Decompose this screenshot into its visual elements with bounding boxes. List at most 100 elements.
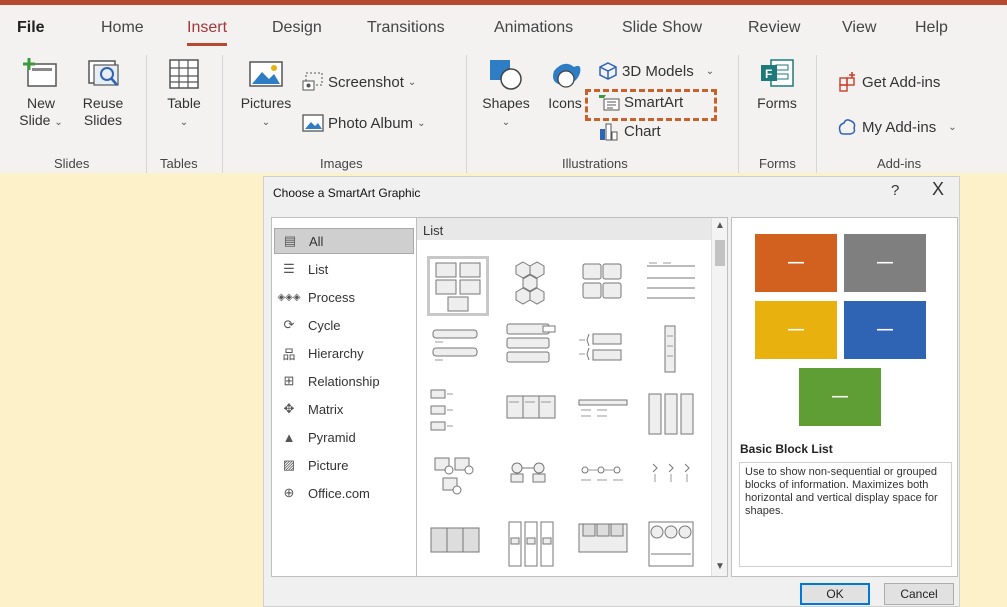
layout-process-circles[interactable] — [503, 452, 565, 512]
category-list-item[interactable]: ☰ List — [274, 256, 414, 282]
layout-basic-block-list[interactable] — [427, 256, 489, 316]
chart-button[interactable]: Chart — [598, 121, 661, 141]
forms-button[interactable]: F Forms — [752, 57, 802, 112]
category-hierarchy[interactable]: 品 Hierarchy — [274, 340, 414, 366]
group-label-slides: Slides — [54, 156, 90, 171]
layout-vertical-arrow-list[interactable] — [643, 386, 705, 446]
group-label-images: Images — [320, 156, 363, 171]
scroll-down-icon[interactable]: ▼ — [715, 561, 725, 572]
process-icon: ◈◈◈ — [277, 291, 301, 303]
tab-help[interactable]: Help — [915, 19, 948, 37]
tab-slide-show[interactable]: Slide Show — [622, 19, 702, 37]
preview-block: — — [755, 234, 837, 292]
layout-table-list[interactable] — [503, 386, 565, 446]
get-add-ins-button[interactable]: Get Add-ins — [838, 72, 940, 92]
screenshot-button[interactable]: Screenshot ⌄ — [302, 72, 416, 92]
layout-grid-blocks[interactable] — [575, 256, 637, 316]
category-office-com[interactable]: ⊕ Office.com — [274, 480, 414, 506]
layout-stacked-list[interactable] — [503, 322, 565, 382]
get-add-ins-label: Get Add-ins — [862, 73, 941, 91]
smartart-highlight-box — [585, 89, 717, 121]
category-label: Matrix — [308, 401, 344, 417]
category-matrix[interactable]: ✥ Matrix — [274, 396, 414, 422]
category-cycle[interactable]: ⟳ Cycle — [274, 312, 414, 338]
layout-lined-list[interactable] — [643, 256, 705, 316]
shapes-label: Shapes — [482, 95, 530, 111]
new-slide-button[interactable]: New Slide ⌄ — [16, 57, 66, 131]
category-pyramid[interactable]: ▲ Pyramid — [274, 424, 414, 450]
tab-animations[interactable]: Animations — [494, 19, 573, 37]
3d-models-button[interactable]: 3D Models ⌄ — [598, 61, 714, 81]
pictures-button[interactable]: Pictures ⌄ — [234, 57, 298, 131]
layout-hexagon-cluster[interactable] — [503, 256, 565, 316]
tab-file[interactable]: File — [17, 19, 45, 37]
layout-pin-list[interactable] — [643, 452, 705, 512]
scroll-thumb[interactable] — [715, 240, 725, 266]
horizontal-bullet-list-thumbnail — [578, 399, 628, 417]
preview-block-text: — — [877, 321, 893, 338]
ribbon-tabs: File Home Insert Design Transitions Anim… — [0, 5, 1007, 55]
reuse-slides-button[interactable]: Reuse Slides — [78, 57, 128, 129]
layout-horizontal-bullet-list[interactable] — [575, 386, 637, 446]
chevron-down-icon: ⌄ — [705, 65, 715, 77]
tab-insert[interactable]: Insert — [187, 19, 228, 46]
group-label-illustrations: Illustrations — [562, 156, 628, 171]
photo-album-icon — [302, 114, 324, 132]
category-label: Pyramid — [308, 429, 356, 445]
category-process[interactable]: ◈◈◈ Process — [274, 284, 414, 310]
chart-icon — [600, 123, 618, 141]
scroll-up-icon[interactable]: ▲ — [715, 220, 725, 231]
help-button[interactable]: ? — [891, 182, 899, 199]
chart-label: Chart — [624, 122, 661, 140]
tab-home[interactable]: Home — [101, 19, 144, 37]
layout-arrow-block-list[interactable] — [427, 518, 489, 576]
new-slide-label: New Slide — [19, 95, 55, 128]
ok-button[interactable]: OK — [800, 583, 870, 605]
category-label: Process — [308, 289, 355, 305]
gallery-scrollbar[interactable]: ▲ ▼ — [711, 218, 727, 576]
chevron-down-icon: ⌄ — [948, 121, 957, 133]
layout-circle-picture-list[interactable] — [427, 452, 489, 512]
globe-icon: ⊕ — [283, 485, 295, 500]
tab-design[interactable]: Design — [272, 19, 322, 37]
cancel-button[interactable]: Cancel — [884, 583, 954, 605]
gallery-header: List — [417, 218, 711, 240]
tab-review[interactable]: Review — [748, 19, 800, 37]
screenshot-label: Screenshot — [328, 73, 404, 91]
layout-trapezoid-list[interactable] — [575, 518, 637, 576]
layout-gallery: List ▲ ▼ — [416, 217, 728, 577]
tab-view[interactable]: View — [842, 19, 876, 37]
layout-bracket-list[interactable] — [575, 322, 637, 382]
tab-transitions[interactable]: Transitions — [367, 19, 445, 37]
pictures-icon — [249, 61, 283, 87]
photo-album-button[interactable]: Photo Album ⌄ — [302, 113, 425, 133]
icons-button[interactable]: Icons — [542, 57, 588, 112]
table-button[interactable]: Table ⌄ — [160, 57, 208, 131]
vertical-arrow-list-thumbnail — [648, 393, 694, 435]
group-divider — [738, 55, 739, 173]
category-all[interactable]: ▤ All — [274, 228, 414, 254]
layout-column-list[interactable] — [503, 518, 565, 576]
my-add-ins-button[interactable]: My Add-ins ⌄ — [836, 117, 957, 137]
category-relationship[interactable]: ⊞ Relationship — [274, 368, 414, 394]
layout-circle-line-list[interactable] — [575, 452, 637, 512]
smartart-dialog: Choose a SmartArt Graphic ? X ▤ All ☰ Li… — [263, 176, 960, 607]
close-button[interactable]: X — [932, 179, 944, 200]
stacked-list-thumbnail — [506, 323, 556, 363]
layout-vertical-bullet-list[interactable] — [427, 322, 489, 382]
chevron-down-icon: ⌄ — [54, 117, 63, 128]
list-icon: ☰ — [283, 261, 295, 276]
group-divider — [816, 55, 817, 173]
svg-text:F: F — [765, 67, 772, 81]
layout-circle-column-list[interactable] — [643, 518, 705, 576]
layout-picture-caption-list[interactable] — [427, 386, 489, 446]
pin-list-thumbnail — [652, 463, 690, 482]
layout-vertical-box-list[interactable] — [643, 322, 705, 382]
layout-description: Use to show non-sequential or grouped bl… — [739, 462, 952, 567]
category-picture[interactable]: ▨ Picture — [274, 452, 414, 478]
category-label: All — [309, 233, 324, 249]
shapes-button[interactable]: Shapes ⌄ — [478, 57, 534, 131]
category-label: Picture — [308, 457, 349, 473]
arrow-block-list-thumbnail — [430, 527, 480, 553]
preview-block-text: — — [877, 254, 893, 271]
